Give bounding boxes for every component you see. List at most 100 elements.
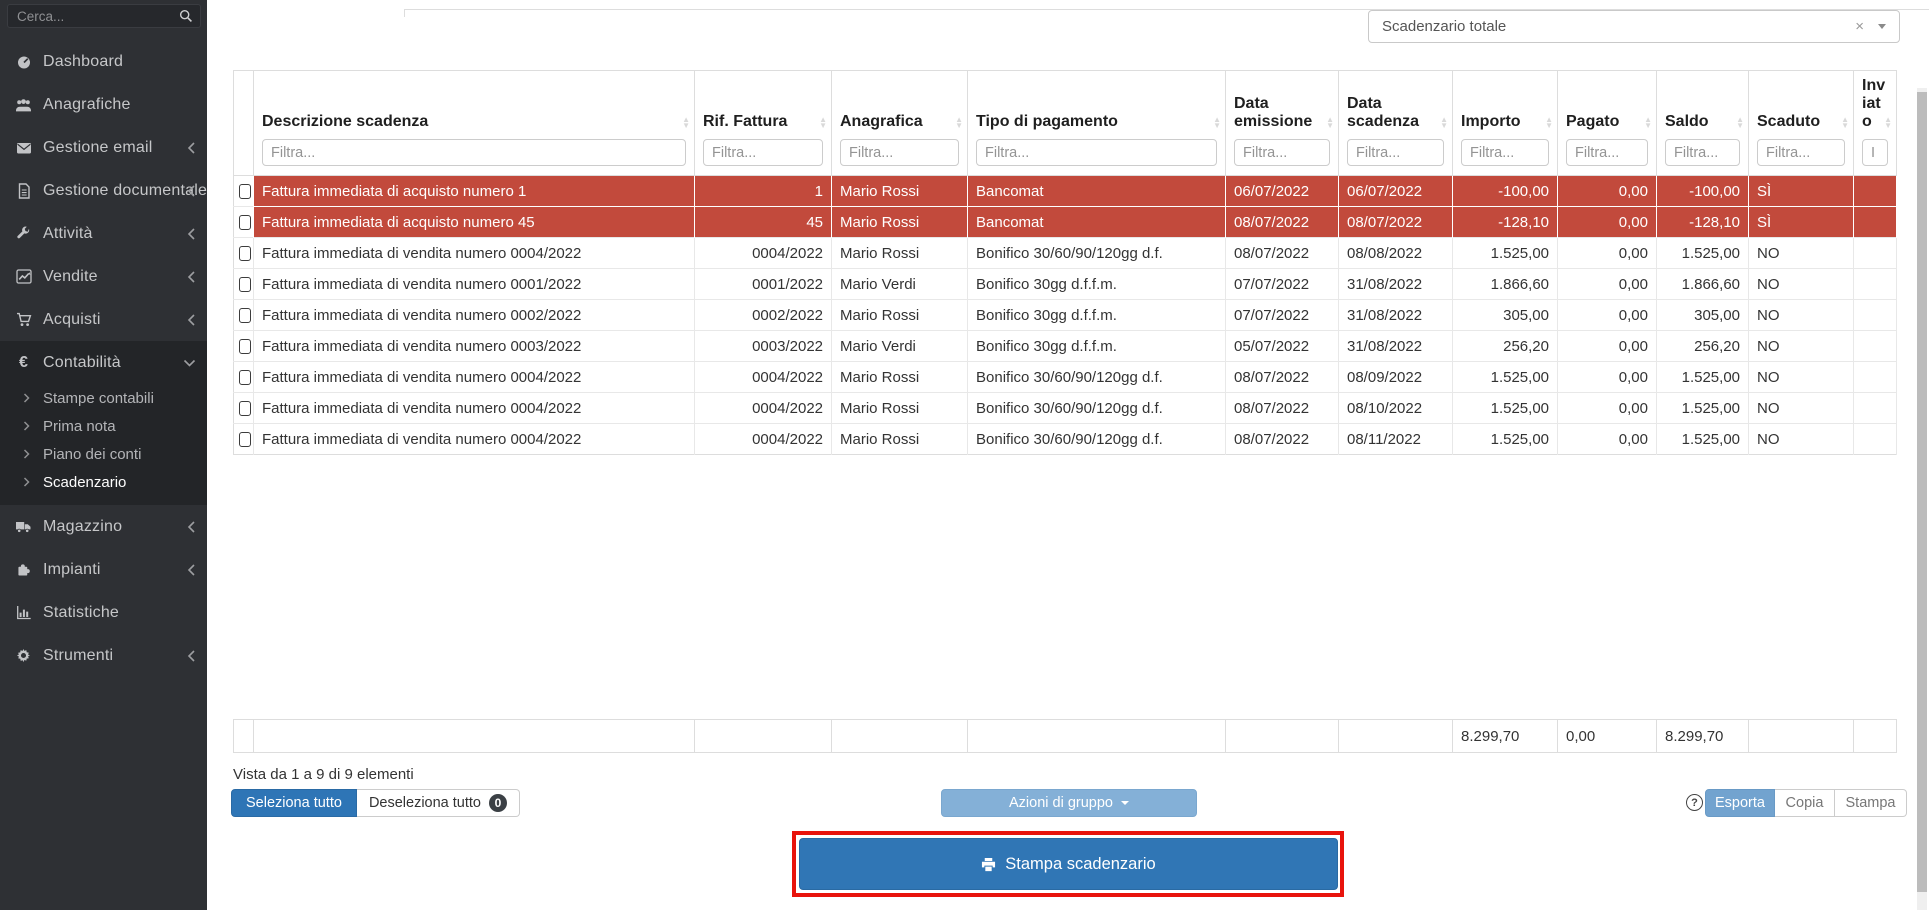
row-checkbox[interactable]: [239, 277, 251, 292]
sidebar-item-dashboard[interactable]: Dashboard: [0, 40, 207, 83]
filter-input-tipo-di-pagamento[interactable]: [976, 139, 1217, 166]
cell-tipo: Bonifico 30gg d.f.f.m.: [968, 300, 1226, 331]
sidebar-item-gestione-documentale[interactable]: Gestione documentale: [0, 169, 207, 212]
cell-rif: 0001/2022: [695, 269, 832, 300]
column-header-pagato[interactable]: Pagato▲▼: [1558, 71, 1657, 176]
table-row[interactable]: Fattura immediata di vendita numero 0004…: [234, 424, 1897, 455]
sidebar-item-statistiche[interactable]: Statistiche: [0, 591, 207, 634]
magnifier-icon[interactable]: [179, 9, 193, 23]
filter-input-data-scadenza[interactable]: [1347, 139, 1444, 166]
cell-rif: 1: [695, 176, 832, 207]
column-header-data-emissione[interactable]: Data emissione▲▼: [1226, 71, 1339, 176]
copy-button[interactable]: Copia: [1775, 789, 1835, 817]
table-row[interactable]: Fattura immediata di acquisto numero 11M…: [234, 176, 1897, 207]
filter-input-inviato[interactable]: [1862, 139, 1888, 166]
cell-inviato: [1854, 176, 1897, 207]
table-row[interactable]: Fattura immediata di vendita numero 0002…: [234, 300, 1897, 331]
euro-icon: €: [13, 355, 34, 371]
cell-emissione: 08/07/2022: [1226, 362, 1339, 393]
filter-input-anagrafica[interactable]: [840, 139, 959, 166]
sidebar-subitem-stampe-contabili[interactable]: Stampe contabili: [0, 384, 207, 412]
row-checkbox[interactable]: [239, 401, 251, 416]
search-input[interactable]: [7, 4, 201, 28]
deselect-all-button[interactable]: Deseleziona tutto 0: [357, 789, 520, 817]
column-header-label: Saldo: [1665, 113, 1740, 131]
filter-input-rif-fattura[interactable]: [703, 139, 823, 166]
column-header-tipo-di-pagamento[interactable]: Tipo di pagamento▲▼: [968, 71, 1226, 176]
filter-input-scaduto[interactable]: [1757, 139, 1845, 166]
cell-scadenza: 31/08/2022: [1339, 269, 1453, 300]
column-header-inviato[interactable]: Inviato▲▼: [1854, 71, 1897, 176]
sidebar-subitem-piano-dei-conti[interactable]: Piano dei conti: [0, 440, 207, 468]
filter-input-data-emissione[interactable]: [1234, 139, 1330, 166]
table-row[interactable]: Fattura immediata di vendita numero 0004…: [234, 393, 1897, 424]
export-button[interactable]: Esporta: [1705, 789, 1775, 817]
cell-saldo: 256,20: [1657, 331, 1749, 362]
print-button[interactable]: Stampa: [1835, 789, 1907, 817]
sidebar-subitem-scadenzario[interactable]: Scadenzario: [0, 468, 207, 496]
sidebar-item-anagrafiche[interactable]: Anagrafiche: [0, 83, 207, 126]
row-checkbox[interactable]: [239, 246, 251, 261]
tabstrip-tick: [404, 9, 405, 17]
table-row[interactable]: Fattura immediata di vendita numero 0004…: [234, 362, 1897, 393]
column-header-rif-fattura[interactable]: Rif. Fattura▲▼: [695, 71, 832, 176]
cell-importo: 305,00: [1453, 300, 1558, 331]
vertical-scrollbar[interactable]: [1917, 88, 1927, 910]
row-checkbox[interactable]: [239, 184, 251, 199]
sort-icon: ▲▼: [1644, 117, 1652, 129]
sidebar-item-vendite[interactable]: Vendite: [0, 255, 207, 298]
column-header-saldo[interactable]: Saldo▲▼: [1657, 71, 1749, 176]
filter-input-descrizione-scadenza[interactable]: [262, 139, 686, 166]
sidebar-item-gestione-email[interactable]: Gestione email: [0, 126, 207, 169]
sidebar-item-label: Contabilità: [43, 354, 121, 372]
scrollbar-thumb[interactable]: [1917, 92, 1927, 892]
row-checkbox[interactable]: [239, 432, 251, 447]
sidebar-item-impianti[interactable]: Impianti: [0, 548, 207, 591]
column-header-scaduto[interactable]: Scaduto▲▼: [1749, 71, 1854, 176]
group-actions-button[interactable]: Azioni di gruppo: [941, 789, 1197, 817]
cell-pagato: 0,00: [1558, 424, 1657, 455]
row-checkbox[interactable]: [239, 308, 251, 323]
sort-icon: ▲▼: [1884, 117, 1892, 129]
help-icon[interactable]: ?: [1686, 794, 1703, 811]
cell-emissione: 06/07/2022: [1226, 176, 1339, 207]
column-header-label: Pagato: [1566, 113, 1648, 131]
cell-desc: Fattura immediata di vendita numero 0003…: [254, 331, 695, 362]
footer-cell-scadenza: [1339, 720, 1453, 753]
column-header-anagrafica[interactable]: Anagrafica▲▼: [832, 71, 968, 176]
table-row[interactable]: Fattura immediata di acquisto numero 454…: [234, 207, 1897, 238]
cell-desc: Fattura immediata di vendita numero 0004…: [254, 238, 695, 269]
cell-desc: Fattura immediata di acquisto numero 45: [254, 207, 695, 238]
cell-importo: -100,00: [1453, 176, 1558, 207]
view-select[interactable]: Scadenzario totale ×: [1368, 10, 1900, 43]
gear-icon: [13, 648, 34, 663]
print-schedule-button[interactable]: Stampa scadenzario: [799, 838, 1338, 890]
sidebar-item-strumenti[interactable]: Strumenti: [0, 634, 207, 677]
clear-icon[interactable]: ×: [1855, 19, 1864, 34]
filter-input-saldo[interactable]: [1665, 139, 1740, 166]
table-row[interactable]: Fattura immediata di vendita numero 0001…: [234, 269, 1897, 300]
column-header-data-scadenza[interactable]: Data scadenza▲▼: [1339, 71, 1453, 176]
cell-rif: 0003/2022: [695, 331, 832, 362]
filter-input-pagato[interactable]: [1566, 139, 1648, 166]
column-header-descrizione-scadenza[interactable]: Descrizione scadenza▲▼: [254, 71, 695, 176]
sort-icon: ▲▼: [1440, 117, 1448, 129]
row-checkbox[interactable]: [239, 370, 251, 385]
sidebar-item-magazzino[interactable]: Magazzino: [0, 505, 207, 548]
cell-anagrafica: Mario Rossi: [832, 424, 968, 455]
column-header-importo[interactable]: Importo▲▼: [1453, 71, 1558, 176]
sidebar-item-acquisti[interactable]: Acquisti: [0, 298, 207, 341]
sidebar-subitem-prima-nota[interactable]: Prima nota: [0, 412, 207, 440]
row-checkbox[interactable]: [239, 339, 251, 354]
table-row[interactable]: Fattura immediata di vendita numero 0003…: [234, 331, 1897, 362]
sidebar: DashboardAnagraficheGestione emailGestio…: [0, 0, 207, 910]
select-all-button[interactable]: Seleziona tutto: [231, 789, 357, 817]
filter-input-importo[interactable]: [1461, 139, 1549, 166]
deselect-all-label: Deseleziona tutto: [369, 795, 481, 811]
cell-emissione: 07/07/2022: [1226, 269, 1339, 300]
table-row[interactable]: Fattura immediata di vendita numero 0004…: [234, 238, 1897, 269]
sidebar-item-attivita[interactable]: Attività: [0, 212, 207, 255]
footer-total-importo: 8.299,70: [1453, 720, 1558, 753]
row-checkbox[interactable]: [239, 215, 251, 230]
sidebar-item-contabilita[interactable]: € Contabilità: [0, 341, 207, 384]
